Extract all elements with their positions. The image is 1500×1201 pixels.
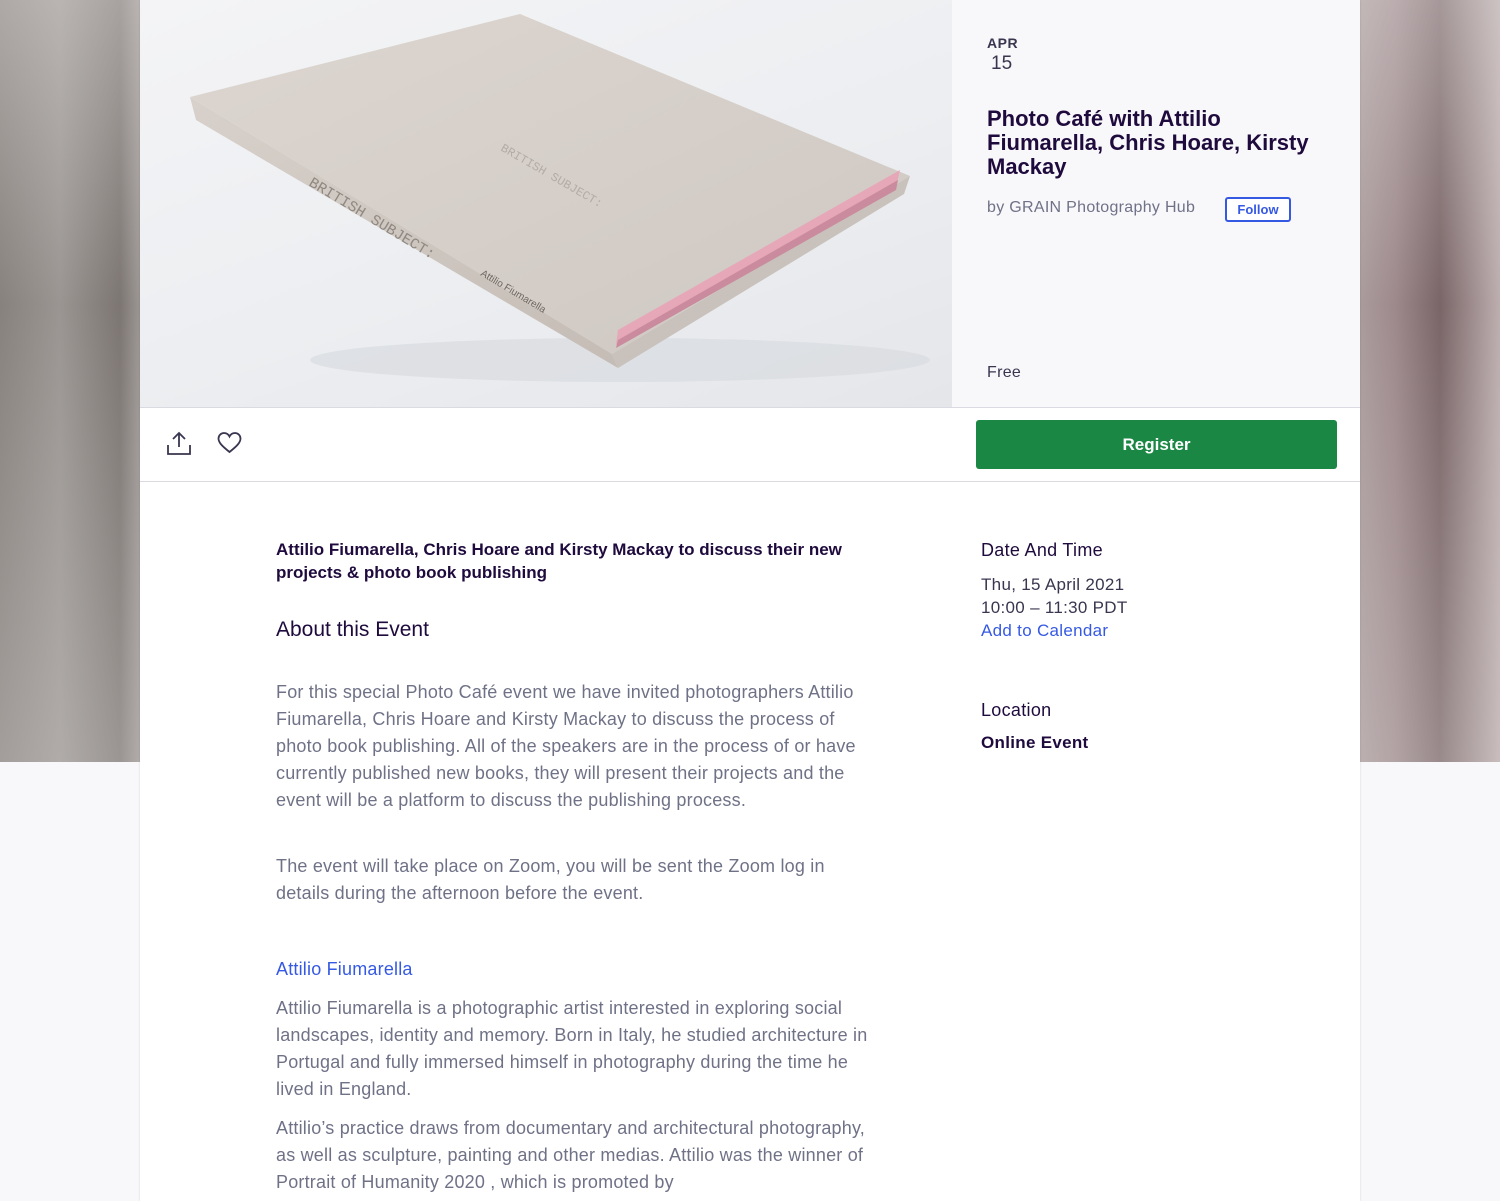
event-title: Photo Café with Attilio Fiumarella, Chri… bbox=[987, 106, 1309, 179]
speaker-bio-paragraph: Attilio’s practice draws from documentar… bbox=[276, 1118, 866, 1192]
organizer-name: by GRAIN Photography Hub bbox=[987, 199, 1196, 216]
date-time-heading: Date And Time bbox=[981, 540, 1103, 560]
event-summary-panel: APR 15 Photo Café with Attilio Fiumarell… bbox=[952, 0, 1360, 407]
event-date: Thu, 15 April 2021 bbox=[981, 575, 1125, 594]
event-hero: BRITISH SUBJECT: BRITISH SUBJECT: Attili… bbox=[140, 0, 1360, 408]
event-card: BRITISH SUBJECT: BRITISH SUBJECT: Attili… bbox=[140, 0, 1360, 1201]
event-day: 15 bbox=[991, 53, 1013, 74]
event-description: Attilio Fiumarella, Chris Hoare and Kirs… bbox=[276, 538, 876, 1192]
action-bar: Register bbox=[140, 408, 1360, 482]
location-heading: Location bbox=[981, 700, 1052, 720]
speaker-link-attilio[interactable]: Attilio Fiumarella bbox=[276, 959, 413, 980]
event-month: APR bbox=[987, 35, 1019, 51]
add-to-calendar-link[interactable]: Add to Calendar bbox=[981, 621, 1108, 640]
share-icon[interactable] bbox=[166, 430, 192, 456]
description-paragraph: For this special Photo Café event we hav… bbox=[276, 682, 856, 810]
location-value: Online Event bbox=[981, 733, 1089, 752]
heart-icon[interactable] bbox=[217, 431, 242, 455]
follow-button[interactable]: Follow bbox=[1225, 197, 1291, 222]
event-image: BRITISH SUBJECT: BRITISH SUBJECT: Attili… bbox=[140, 0, 952, 407]
register-button[interactable]: Register bbox=[976, 420, 1337, 469]
ticket-price: Free bbox=[987, 364, 1022, 381]
about-heading: About this Event bbox=[276, 618, 429, 641]
speaker-bio-paragraph: Attilio Fiumarella is a photographic art… bbox=[276, 998, 868, 1099]
event-summary-text: Attilio Fiumarella, Chris Hoare and Kirs… bbox=[276, 540, 842, 582]
description-paragraph: The event will take place on Zoom, you w… bbox=[276, 856, 825, 903]
book-illustration: BRITISH SUBJECT: BRITISH SUBJECT: Attili… bbox=[190, 14, 930, 382]
event-details-sidebar: Date And Time Thu, 15 April 2021 10:00 –… bbox=[981, 540, 1301, 753]
event-time: 10:00 – 11:30 PDT bbox=[981, 598, 1128, 617]
